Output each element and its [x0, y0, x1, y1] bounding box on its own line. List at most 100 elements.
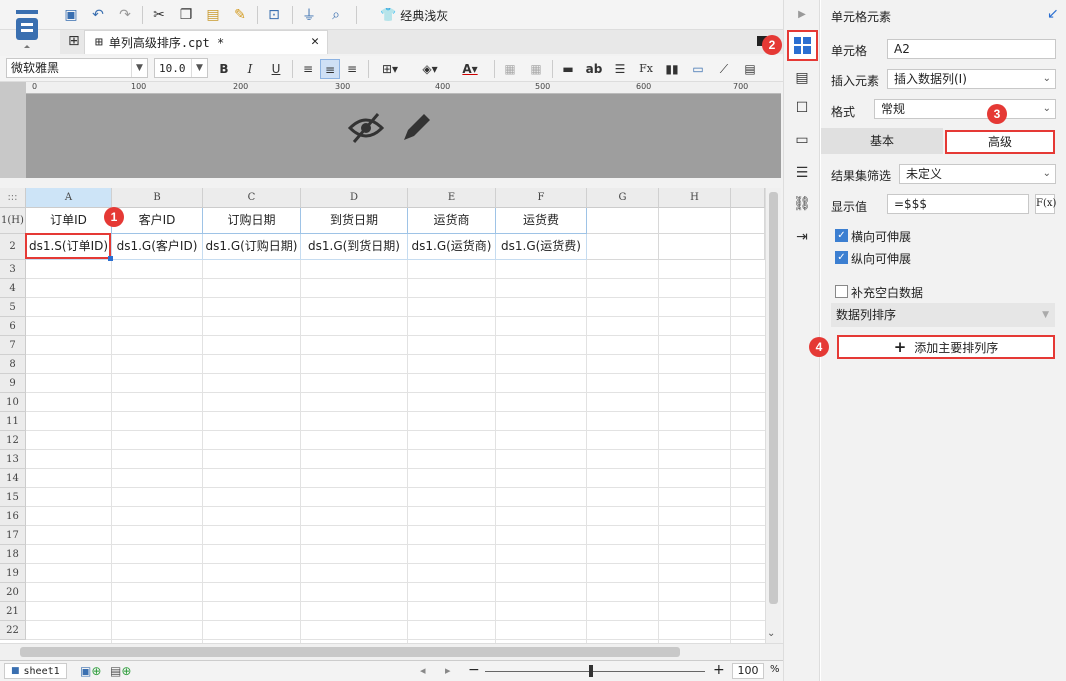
border-style-icon[interactable]: ☐	[792, 98, 812, 118]
cut-icon[interactable]: ✂	[150, 6, 168, 24]
row-header[interactable]: 9	[0, 374, 26, 393]
row-header[interactable]: 15	[0, 488, 26, 507]
align-left-icon[interactable]: ≡	[298, 59, 318, 79]
border-icon[interactable]: ⊞▾	[374, 59, 406, 79]
align-center-icon[interactable]: ≡	[320, 59, 340, 79]
fill-handle[interactable]	[108, 256, 113, 261]
sheet-tab[interactable]: ■ sheet1	[4, 663, 67, 679]
cell-e1[interactable]: 运货商	[408, 208, 496, 234]
theme-button[interactable]: 👕 经典浅灰	[380, 6, 448, 24]
insert-chart-icon[interactable]: ▮▮	[662, 59, 682, 79]
widget-icon[interactable]: ▭	[792, 130, 812, 150]
add-primary-sort-button[interactable]: + 添加主要排列序	[837, 335, 1055, 359]
scroll-right-icon[interactable]: ▸	[445, 664, 451, 677]
row-header[interactable]: 14	[0, 469, 26, 488]
align-right-icon[interactable]: ≡	[342, 59, 362, 79]
cell-i2[interactable]	[731, 234, 765, 260]
zoom-slider[interactable]	[485, 671, 705, 672]
column-header-e[interactable]: E	[408, 188, 496, 208]
scroll-thumb[interactable]	[20, 647, 680, 657]
cell-i1[interactable]	[731, 208, 765, 234]
zoom-out-icon[interactable]: −	[468, 662, 480, 678]
close-icon[interactable]: ✕	[311, 34, 319, 49]
cell-g2[interactable]	[587, 234, 659, 260]
format-select[interactable]: 常规 ⌄	[874, 99, 1056, 119]
format-brush-icon[interactable]: ✎	[231, 6, 249, 24]
cell-d2[interactable]: ds1.G(到货日期)	[301, 234, 408, 260]
tab-file[interactable]: ⊞ 单列高级排序.cpt * ✕	[84, 30, 328, 54]
h-expand-checkbox[interactable]: ✓	[835, 229, 848, 242]
cell-a1[interactable]: 订单ID	[26, 208, 112, 234]
tab-basic[interactable]: 基本	[821, 128, 943, 154]
preview-icon[interactable]: ⊡	[265, 6, 283, 24]
add-form-sheet-icon[interactable]: ▤⊕	[110, 664, 131, 678]
connect-icon[interactable]: ⏚	[300, 6, 318, 24]
vertical-scrollbar[interactable]: ⌄	[765, 188, 781, 643]
insert-element-select[interactable]: 插入数据列(I) ⌄	[887, 69, 1056, 89]
row-header[interactable]: 21	[0, 602, 26, 621]
import-icon[interactable]: ⇥	[792, 227, 812, 247]
insert-text-icon[interactable]: ab	[584, 59, 604, 79]
grid-corner[interactable]: :::	[0, 188, 26, 208]
insert-richtext-icon[interactable]: ☰	[610, 59, 630, 79]
row-header[interactable]: 22	[0, 621, 26, 640]
insert-subreport-icon[interactable]: ▤	[740, 59, 760, 79]
formula-button[interactable]: F(x)	[1035, 194, 1056, 214]
cell-b1[interactable]: 客户ID	[112, 208, 203, 234]
collapse-arrow-icon[interactable]: ▶	[792, 5, 812, 25]
column-header-h[interactable]: H	[659, 188, 731, 208]
v-expand-checkbox[interactable]: ✓	[835, 251, 848, 264]
pin-icon[interactable]: ↙	[1047, 6, 1059, 22]
merge-icon[interactable]: ▦	[500, 59, 520, 79]
row-header[interactable]: 4	[0, 279, 26, 298]
insert-formula-icon[interactable]: Fx	[636, 59, 656, 79]
cell-name-input[interactable]: A2	[887, 39, 1056, 59]
font-family-select[interactable]: 微软雅黑 ▼	[6, 58, 148, 78]
add-report-sheet-icon[interactable]: ▣⊕	[80, 664, 101, 678]
row-header[interactable]: 20	[0, 583, 26, 602]
tab-advanced[interactable]: 高级	[945, 130, 1055, 154]
row-header[interactable]: 18	[0, 545, 26, 564]
cell-c1[interactable]: 订购日期	[203, 208, 301, 234]
edit-pencil-icon[interactable]	[400, 110, 432, 144]
hide-eye-icon[interactable]	[347, 112, 385, 144]
cell-element-button[interactable]	[787, 30, 818, 61]
display-value-input[interactable]: =$$$	[887, 194, 1029, 214]
row-header[interactable]: 16	[0, 507, 26, 526]
spreadsheet-grid[interactable]: ::: A B C D E F G H 1(H) 2 3 4 5 6 7 8 9…	[0, 188, 765, 643]
insert-slash-icon[interactable]: ⟋	[714, 59, 734, 79]
row-header[interactable]: 11	[0, 412, 26, 431]
horizontal-scrollbar[interactable]	[0, 643, 783, 660]
row-header[interactable]: 19	[0, 564, 26, 583]
cell-d1[interactable]: 到货日期	[301, 208, 408, 234]
row-header[interactable]: 6	[0, 317, 26, 336]
row-header[interactable]: 1(H)	[0, 208, 26, 234]
zoom-slider-thumb[interactable]	[589, 665, 593, 677]
column-header-b[interactable]: B	[112, 188, 203, 208]
paste-icon[interactable]: ▤	[204, 6, 222, 24]
save-icon[interactable]: ▣	[62, 6, 80, 24]
redo-icon[interactable]: ↷	[116, 6, 134, 24]
cell-e2[interactable]: ds1.G(运货商)	[408, 234, 496, 260]
cell-f1[interactable]: 运货费	[496, 208, 587, 234]
cell-c2[interactable]: ds1.G(订购日期)	[203, 234, 301, 260]
undo-icon[interactable]: ↶	[89, 6, 107, 24]
cell-h2[interactable]	[659, 234, 731, 260]
column-header-d[interactable]: D	[301, 188, 408, 208]
hyperlink-icon[interactable]: ⛓	[792, 194, 812, 214]
search-icon[interactable]: ⌕	[327, 6, 345, 24]
grid-icon[interactable]: ⊞	[68, 33, 84, 49]
row-header[interactable]: 13	[0, 450, 26, 469]
app-logo[interactable]	[10, 6, 44, 50]
cell-g1[interactable]	[587, 208, 659, 234]
scroll-left-icon[interactable]: ◂	[420, 664, 426, 677]
cell-b2[interactable]: ds1.G(客户ID)	[112, 234, 203, 260]
cell-attribute-icon[interactable]: ▤	[792, 68, 812, 88]
row-header[interactable]: 3	[0, 260, 26, 279]
zoom-in-icon[interactable]: +	[713, 662, 725, 678]
row-header[interactable]: 5	[0, 298, 26, 317]
sort-section-header[interactable]: 数据列排序 ▼	[831, 303, 1055, 327]
chevron-down-icon[interactable]: ⌄	[767, 628, 775, 639]
italic-button[interactable]: I	[240, 59, 260, 79]
copy-icon[interactable]: ❐	[177, 6, 195, 24]
